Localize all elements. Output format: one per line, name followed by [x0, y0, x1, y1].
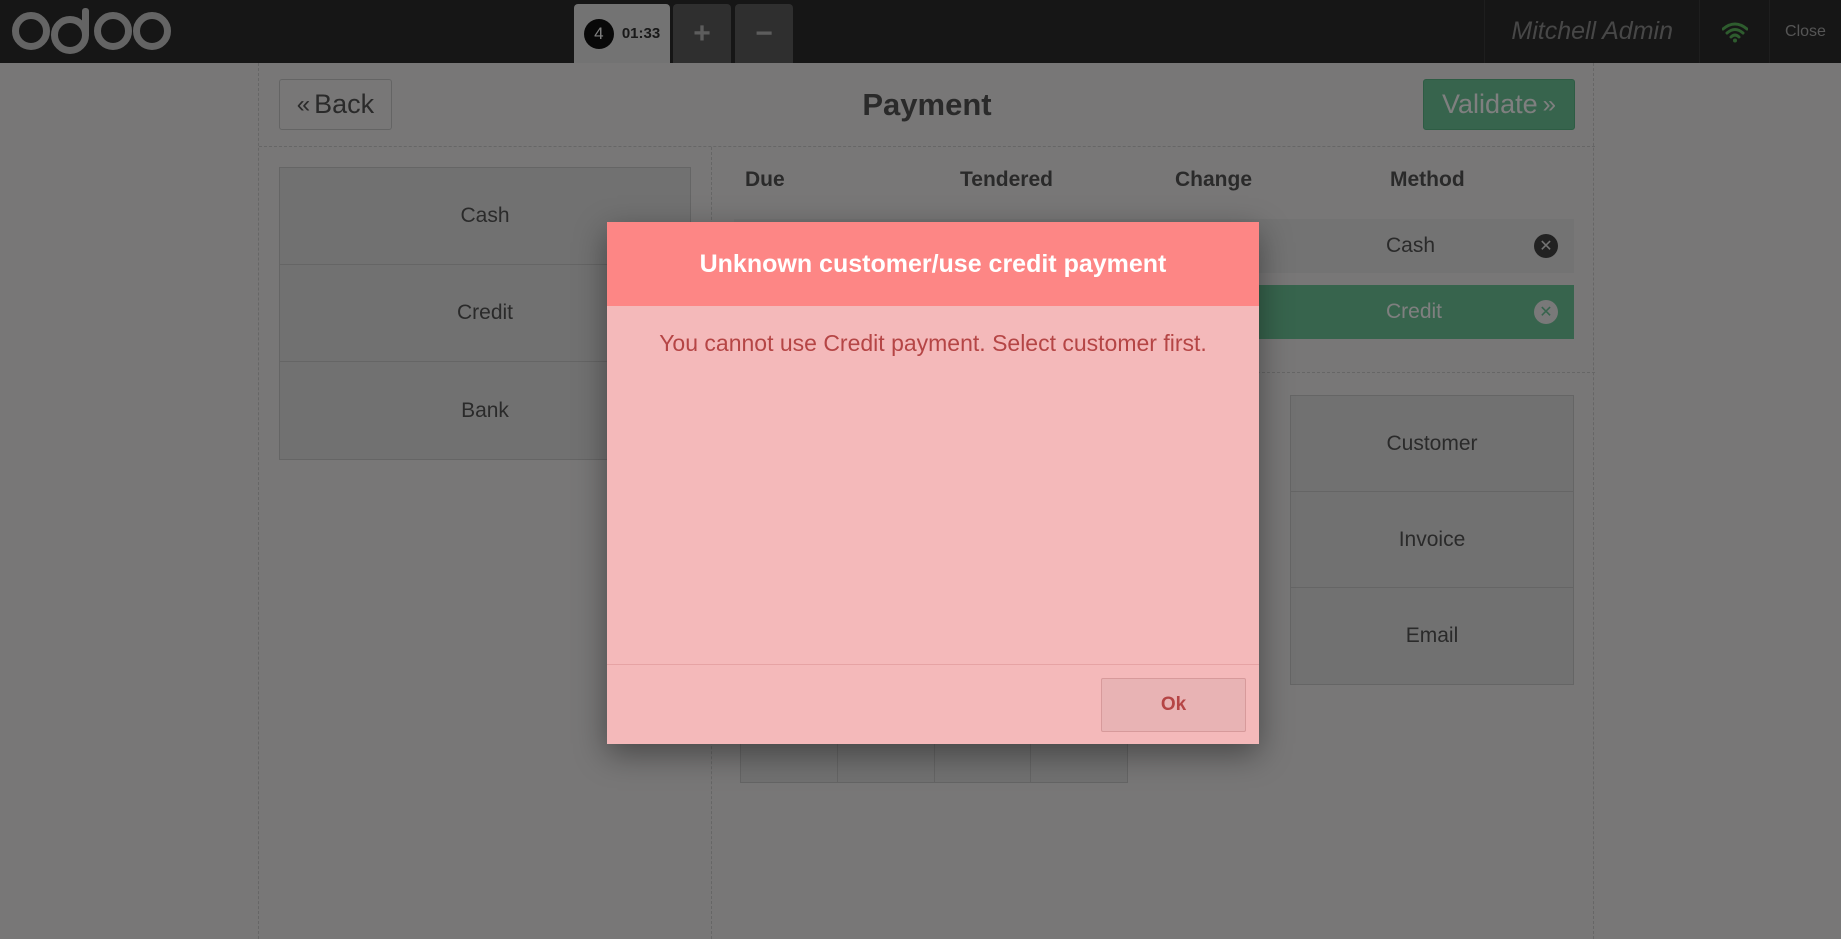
dialog-footer: Ok [607, 664, 1259, 744]
ok-button[interactable]: Ok [1101, 678, 1246, 732]
dialog-title: Unknown customer/use credit payment [607, 222, 1259, 306]
dialog-message: You cannot use Credit payment. Select cu… [659, 330, 1207, 356]
error-dialog: Unknown customer/use credit payment You … [607, 222, 1259, 744]
